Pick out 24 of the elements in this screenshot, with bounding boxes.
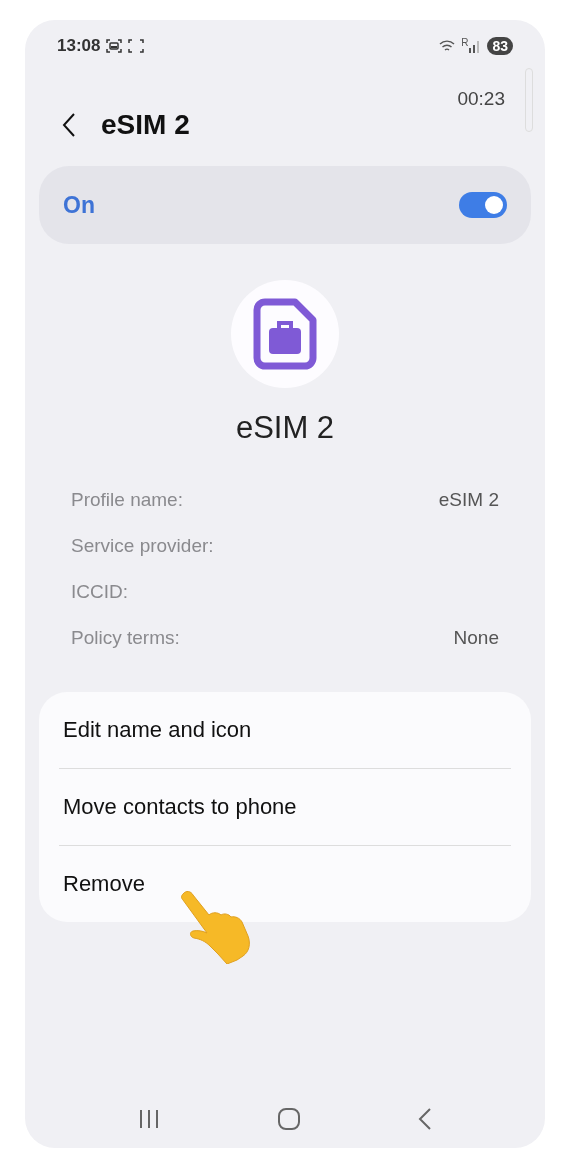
recording-timer: 00:23 [457, 88, 505, 110]
action-item[interactable]: Remove [59, 846, 511, 922]
expand-icon [128, 39, 145, 53]
detail-label: ICCID: [71, 580, 128, 604]
roaming-indicator: R [461, 37, 469, 48]
detail-value: eSIM 2 [438, 488, 499, 512]
detail-label: Policy terms: [71, 626, 180, 650]
page-title: eSIM 2 [101, 109, 190, 141]
sim-name: eSIM 2 [235, 410, 335, 446]
action-item[interactable]: Move contacts to phone [59, 769, 511, 845]
detail-label: Service provider: [71, 534, 214, 558]
sim-briefcase-icon [253, 298, 317, 370]
screenshot-icon [106, 39, 123, 53]
home-icon[interactable] [276, 1106, 302, 1132]
action-item[interactable]: Edit name and icon [59, 692, 511, 768]
detail-value: None [453, 626, 499, 650]
status-time: 13:08 [57, 36, 101, 56]
detail-label: Profile name: [71, 488, 183, 512]
signal-icon [469, 39, 482, 53]
toggle-switch[interactable] [459, 192, 507, 218]
back-nav-icon[interactable] [417, 1107, 434, 1131]
wifi-icon [439, 39, 456, 53]
battery-indicator: 83 [487, 37, 513, 55]
switch-label: On [63, 191, 95, 219]
